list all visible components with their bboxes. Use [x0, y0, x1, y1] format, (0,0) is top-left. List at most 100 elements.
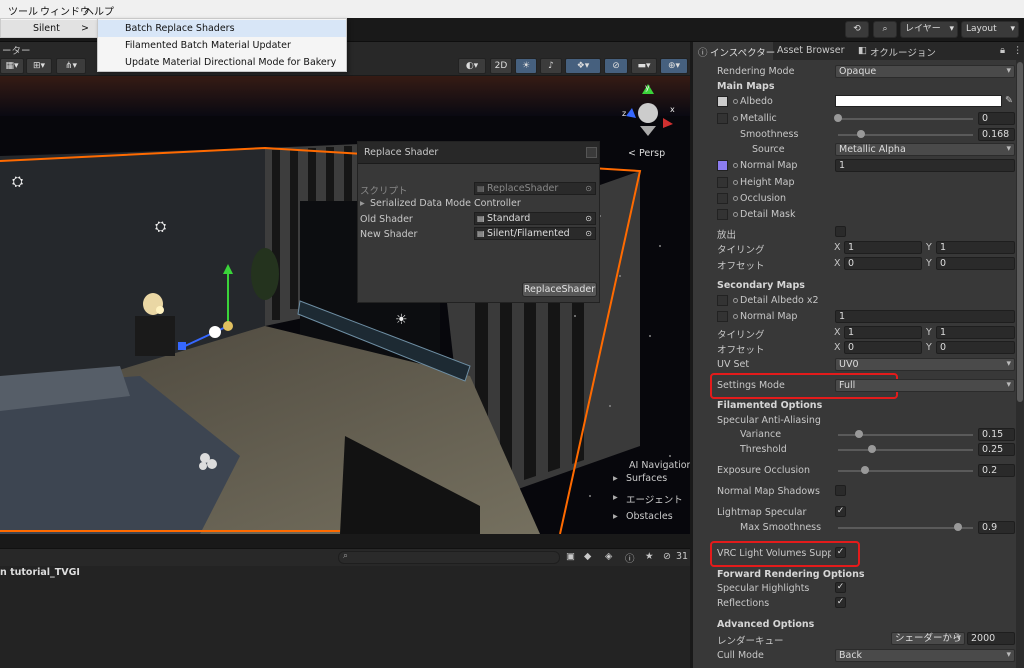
- metallic-slider-knob[interactable]: [834, 114, 842, 122]
- reflections-checkbox[interactable]: ✓: [835, 597, 846, 608]
- variance-field[interactable]: 0.15: [978, 428, 1015, 441]
- persp-label[interactable]: < Persp: [628, 148, 665, 159]
- max-smoothness-slider-knob[interactable]: [954, 523, 962, 531]
- normal-map-scale-field[interactable]: 1: [835, 159, 1015, 172]
- new-shader-field[interactable]: Silent/Filamented ▤ ⊙: [474, 227, 596, 240]
- specular-highlights-checkbox[interactable]: ✓: [835, 582, 846, 593]
- albedo-texture-slot[interactable]: [717, 96, 728, 107]
- source-dropdown[interactable]: Metallic Alpha: [835, 143, 1015, 156]
- type-icon[interactable]: ◆: [584, 551, 591, 562]
- target-icon[interactable]: ⊙: [585, 213, 592, 224]
- metallic-field[interactable]: 0: [978, 112, 1015, 125]
- offset2-x-field[interactable]: 0: [844, 341, 922, 354]
- offset-y-field[interactable]: 0: [936, 257, 1015, 270]
- label-icon[interactable]: ◈: [605, 551, 612, 562]
- max-smoothness-slider-track[interactable]: [838, 527, 973, 529]
- threshold-slider-track[interactable]: [838, 449, 973, 451]
- tab-occlusion[interactable]: オクルージョン: [870, 45, 936, 59]
- search-input[interactable]: ⌕: [338, 551, 560, 564]
- camera-icon[interactable]: ▬▾: [631, 58, 657, 74]
- ai-nav-agents[interactable]: エージェント: [626, 492, 683, 506]
- detail-normal-scale-field[interactable]: 1: [835, 310, 1015, 323]
- snap-icon[interactable]: ⊞▾: [26, 58, 52, 74]
- target-icon[interactable]: ⊙: [585, 228, 592, 239]
- scrollbar-thumb[interactable]: [1017, 62, 1023, 402]
- scene-tab[interactable]: ーター: [2, 43, 31, 57]
- more-icon[interactable]: ⋮: [1013, 45, 1023, 56]
- offset2-y-field[interactable]: 0: [936, 341, 1015, 354]
- tiling2-x-field[interactable]: 1: [844, 326, 922, 339]
- menu-item-filamented-updater[interactable]: Filamented Batch Material Updater: [98, 37, 346, 54]
- tiling2-y-field[interactable]: 1: [936, 326, 1015, 339]
- cull-mode-dropdown[interactable]: Back: [835, 649, 1015, 662]
- old-shader-field[interactable]: Standard ▤ ⊙: [474, 212, 596, 225]
- mode-2d-button[interactable]: 2D: [490, 58, 512, 74]
- detail-mask-texture-slot[interactable]: [717, 209, 728, 220]
- hidden-objects-icon[interactable]: ⊘: [604, 58, 628, 74]
- metallic-texture-slot[interactable]: [717, 113, 728, 124]
- tiling-y-field[interactable]: 1: [936, 241, 1015, 254]
- normal-map-texture-slot[interactable]: [717, 160, 728, 171]
- exposure-occlusion-slider-knob[interactable]: [861, 466, 869, 474]
- replace-shader-titlebar[interactable]: Replace Shader: [358, 142, 599, 164]
- threshold-slider-knob[interactable]: [868, 445, 876, 453]
- increment-icon[interactable]: ⋔▾: [56, 58, 86, 74]
- serialized-foldout[interactable]: Serialized Data Mode Controller: [370, 198, 521, 209]
- project-item[interactable]: n tutorial_TVGI: [0, 567, 80, 578]
- hidden-icon[interactable]: ⊘: [663, 551, 671, 562]
- replace-shader-button[interactable]: ReplaceShader: [522, 282, 597, 297]
- threshold-field[interactable]: 0.25: [978, 443, 1015, 456]
- shading-icon[interactable]: ◐▾: [458, 58, 486, 74]
- audio-icon[interactable]: ♪: [540, 58, 562, 74]
- info-icon[interactable]: ⓘ: [625, 551, 635, 565]
- search-icon[interactable]: ⌕: [873, 21, 897, 38]
- lock-icon[interactable]: 🔒︎: [1000, 45, 1005, 56]
- menu-tools[interactable]: ツール: [8, 3, 38, 18]
- rendering-mode-dropdown[interactable]: Opaque: [835, 65, 1015, 78]
- variance-slider-knob[interactable]: [855, 430, 863, 438]
- smoothness-field[interactable]: 0.168: [978, 128, 1015, 141]
- vrc-light-volumes-checkbox[interactable]: ✓: [835, 547, 846, 558]
- lighting-icon[interactable]: ☀: [515, 58, 537, 74]
- emission-checkbox[interactable]: [835, 226, 846, 237]
- occlusion-texture-slot[interactable]: [717, 193, 728, 204]
- metallic-slider-track[interactable]: [838, 118, 973, 120]
- normal-map-shadows-checkbox[interactable]: [835, 485, 846, 496]
- star-icon[interactable]: ★: [645, 551, 654, 562]
- chevron-right-icon[interactable]: ▸: [613, 473, 618, 484]
- chevron-right-icon[interactable]: ▸: [613, 511, 618, 522]
- menu-item-batch-replace[interactable]: Batch Replace Shaders: [98, 20, 346, 37]
- ai-nav-obstacles[interactable]: Obstacles: [626, 511, 673, 522]
- detail-albedo-texture-slot[interactable]: [717, 295, 728, 306]
- exposure-occlusion-field[interactable]: 0.2: [978, 464, 1015, 477]
- albedo-color[interactable]: [835, 95, 1002, 107]
- history-icon[interactable]: ⟲: [845, 21, 869, 38]
- ai-nav-surfaces[interactable]: Surfaces: [626, 473, 667, 484]
- chevron-right-icon[interactable]: ▸: [360, 198, 365, 209]
- uv-set-dropdown[interactable]: UV0: [835, 358, 1015, 371]
- menu-item-silent[interactable]: Silent >: [1, 20, 97, 37]
- eyedropper-icon[interactable]: ✎: [1005, 95, 1013, 106]
- max-smoothness-field[interactable]: 0.9: [978, 521, 1015, 534]
- render-queue-field[interactable]: 2000: [967, 632, 1015, 645]
- menu-help[interactable]: ヘルプ: [84, 3, 114, 18]
- render-queue-mode-dropdown[interactable]: シェーダーから: [891, 632, 965, 645]
- layout-dropdown[interactable]: Layout ▾: [961, 21, 1019, 38]
- detail-normal-texture-slot[interactable]: [717, 311, 728, 322]
- grid-icon[interactable]: ▦▾: [0, 58, 24, 74]
- offset-x-field[interactable]: 0: [844, 257, 922, 270]
- gizmos-icon[interactable]: ⊕▾: [660, 58, 688, 74]
- chevron-right-icon[interactable]: ▸: [613, 492, 618, 503]
- tab-asset-browser[interactable]: Asset Browser: [777, 45, 844, 56]
- tiling-x-field[interactable]: 1: [844, 241, 922, 254]
- effects-icon[interactable]: ❖▾: [565, 58, 601, 74]
- exposure-occlusion-slider-track[interactable]: [838, 470, 973, 472]
- layers-dropdown[interactable]: レイヤー ▾: [900, 21, 958, 38]
- tab-inspector[interactable]: ⓘ インスペクター: [693, 42, 775, 60]
- lightmap-specular-checkbox[interactable]: ✓: [835, 506, 846, 517]
- menu-window[interactable]: ウィンドウ: [40, 3, 90, 18]
- menu-item-update-directional[interactable]: Update Material Directional Mode for Bak…: [98, 54, 346, 71]
- window-menu-icon[interactable]: [586, 147, 597, 158]
- filter-icon[interactable]: ▣: [566, 551, 575, 562]
- settings-mode-dropdown[interactable]: Full: [835, 379, 1015, 392]
